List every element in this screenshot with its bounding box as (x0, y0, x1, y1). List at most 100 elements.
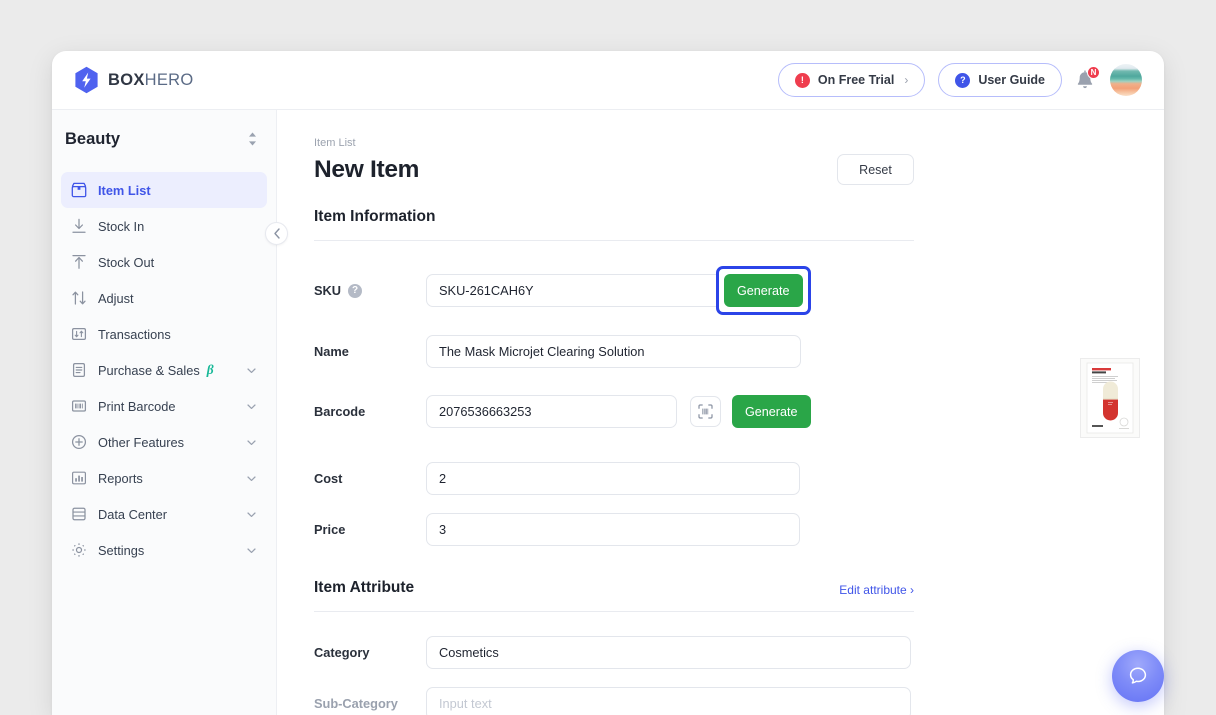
chevron-down-icon (246, 473, 257, 484)
sku-label: SKU (314, 283, 341, 298)
barcode-input[interactable] (426, 395, 677, 428)
barcode-row: Barcode Generate (314, 395, 1164, 428)
main-content: Item List New Item Reset Item Informatio… (277, 110, 1164, 715)
item-attribute-title: Item Attribute (314, 579, 414, 597)
database-icon (70, 506, 87, 523)
free-trial-button[interactable]: ! On Free Trial › (778, 63, 925, 97)
brand-wordmark: BOXHERO (108, 71, 194, 90)
question-mark-circle-icon[interactable]: ? (348, 284, 362, 298)
category-input[interactable] (426, 636, 911, 669)
sidebar-item-label: Item List (98, 183, 151, 198)
name-label: Name (314, 344, 426, 359)
sidebar-item-data-center[interactable]: Data Center (61, 496, 267, 532)
page-title: New Item (314, 156, 419, 184)
sidebar-collapse-button[interactable] (265, 222, 288, 245)
beta-badge: β (207, 362, 214, 378)
chat-bubble-icon (1127, 665, 1149, 687)
sub-category-input[interactable] (426, 687, 911, 715)
sidebar-item-label: Stock Out (98, 255, 154, 270)
sidebar-item-stock-in[interactable]: Stock In (61, 208, 267, 244)
sidebar-item-item-list[interactable]: Item List (61, 172, 267, 208)
sidebar-item-purchase-sales[interactable]: Purchase & Sales β (61, 352, 267, 388)
category-label: Category (314, 645, 426, 660)
breadcrumb[interactable]: Item List (314, 137, 1164, 149)
workspace-selector[interactable]: Beauty (52, 110, 276, 168)
sidebar-item-label: Stock In (98, 219, 144, 234)
barcode-scan-button[interactable] (690, 396, 721, 427)
barcode-generate-button[interactable]: Generate (732, 395, 811, 428)
cost-input[interactable] (426, 462, 800, 495)
arrow-down-tray-icon (70, 218, 87, 235)
edit-attribute-link[interactable]: Edit attribute › (839, 583, 914, 597)
chevron-down-icon (246, 437, 257, 448)
boxhero-hexagon-bolt-logo (74, 66, 99, 94)
sku-row: SKU ? Generate (314, 266, 1164, 315)
sub-category-label: Sub-Category (314, 696, 426, 711)
item-information-title: Item Information (314, 208, 435, 226)
price-row: Price (314, 513, 1164, 546)
barcode-label: Barcode (314, 404, 426, 419)
brand-wordmark-hero: HERO (145, 71, 194, 89)
transactions-icon (70, 326, 87, 343)
arrow-up-tray-icon (70, 254, 87, 271)
cost-row: Cost (314, 462, 1164, 495)
price-label: Price (314, 522, 426, 537)
box-icon (70, 182, 87, 199)
sidebar-item-label: Print Barcode (98, 399, 176, 414)
sidebar-item-other-features[interactable]: Other Features (61, 424, 267, 460)
user-guide-label: User Guide (978, 73, 1045, 87)
sidebar-item-print-barcode[interactable]: Print Barcode (61, 388, 267, 424)
name-row: Name (314, 335, 1164, 368)
cost-label: Cost (314, 471, 426, 486)
sidebar-item-adjust[interactable]: Adjust (61, 280, 267, 316)
barcode-icon (70, 398, 87, 415)
chevron-down-icon (246, 509, 257, 520)
top-bar-actions: ! On Free Trial › ? User Guide N (778, 63, 1142, 97)
app-window: BOXHERO ! On Free Trial › ? User Guide N (52, 51, 1164, 715)
user-avatar-beach-photo[interactable] (1110, 64, 1142, 96)
brand-wordmark-box: BOX (108, 71, 145, 89)
notification-badge: N (1087, 66, 1100, 79)
price-input[interactable] (426, 513, 800, 546)
document-icon (70, 362, 87, 379)
product-image-capsule-mask-pack (1080, 358, 1140, 438)
sidebar: Beauty Item List Stock In Stock Out Adjust T… (52, 110, 277, 715)
category-row: Category (314, 636, 1164, 669)
chat-widget-button[interactable] (1112, 650, 1164, 702)
sidebar-item-label: Purchase & Sales (98, 363, 200, 378)
divider (314, 240, 914, 241)
sku-label-group: SKU ? (314, 283, 426, 298)
exclamation-badge-icon: ! (795, 73, 810, 88)
question-badge-icon: ? (955, 73, 970, 88)
sub-category-row: Sub-Category (314, 687, 1164, 715)
user-guide-button[interactable]: ? User Guide (938, 63, 1062, 97)
workspace-name: Beauty (65, 130, 120, 149)
brand-logo[interactable]: BOXHERO (74, 66, 194, 94)
sku-generate-focus-ring: Generate (716, 266, 811, 315)
sidebar-item-label: Settings (98, 543, 144, 558)
sidebar-item-reports[interactable]: Reports (61, 460, 267, 496)
chevron-right-icon: › (904, 73, 908, 87)
sidebar-item-label: Adjust (98, 291, 134, 306)
barcode-scan-icon (698, 404, 713, 419)
sidebar-item-transactions[interactable]: Transactions (61, 316, 267, 352)
sku-generate-button[interactable]: Generate (724, 274, 803, 307)
top-bar: BOXHERO ! On Free Trial › ? User Guide N (52, 51, 1164, 110)
up-down-chevron-icon (247, 131, 258, 147)
divider (314, 611, 914, 612)
sidebar-item-stock-out[interactable]: Stock Out (61, 244, 267, 280)
sidebar-item-settings[interactable]: Settings (61, 532, 267, 568)
sidebar-nav: Item List Stock In Stock Out Adjust Transact… (52, 168, 276, 568)
name-input[interactable] (426, 335, 801, 368)
page-title-row: New Item Reset (314, 154, 914, 185)
sidebar-item-label: Reports (98, 471, 143, 486)
gear-icon (70, 542, 87, 559)
chevron-down-icon (246, 401, 257, 412)
body-container: Beauty Item List Stock In Stock Out Adjust T… (52, 110, 1164, 715)
notifications-button[interactable]: N (1075, 68, 1097, 92)
chevron-down-icon (246, 365, 257, 376)
chevron-down-icon (246, 545, 257, 556)
chevron-left-icon (273, 228, 281, 239)
reset-button[interactable]: Reset (837, 154, 914, 185)
sidebar-item-label: Other Features (98, 435, 184, 450)
